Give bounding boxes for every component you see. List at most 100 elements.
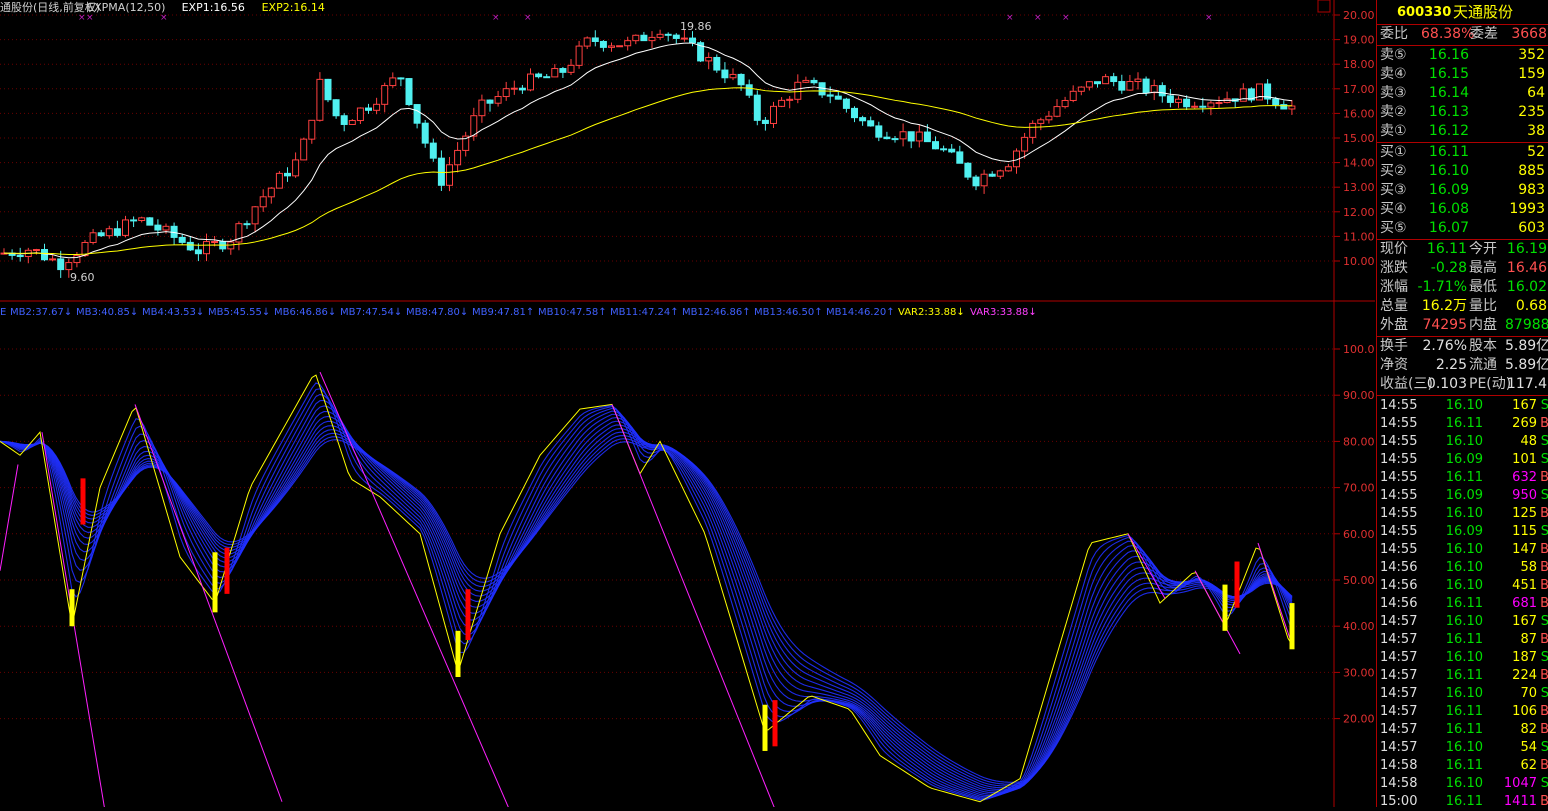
indicator-axis-label: 100.0 xyxy=(1343,343,1375,356)
candle-body xyxy=(1142,78,1150,94)
buy-level-row[interactable]: 买③ 16.09 983 xyxy=(1377,181,1548,200)
lower-legend-item: MB5:45.55↓ xyxy=(208,307,270,318)
tick-time: 14:57 xyxy=(1380,722,1418,737)
candle-body xyxy=(454,149,462,166)
mb-line xyxy=(0,429,1293,789)
quote-value: 16.19 xyxy=(1506,241,1547,257)
candle-body xyxy=(348,120,356,125)
low-price-label: 9.60 xyxy=(70,271,95,284)
indicator-axis-label: 30.00 xyxy=(1343,666,1375,679)
candle-body xyxy=(1094,81,1101,85)
candle-body xyxy=(65,262,73,271)
lower-legend-item: MB10:47.58↑ xyxy=(538,307,607,318)
candle-body xyxy=(130,219,138,222)
sell-level-row[interactable]: 卖② 16.13 235 xyxy=(1377,103,1548,122)
signal-bar xyxy=(1234,561,1240,608)
candle-body xyxy=(413,104,421,124)
weicha-label: 委差 xyxy=(1470,26,1498,42)
tick-price: 16.11 xyxy=(1445,470,1483,485)
signal-bar xyxy=(762,704,768,751)
tick-volume: 115 xyxy=(1512,524,1537,539)
candle-body xyxy=(389,77,397,87)
sell-level-label: 卖③ xyxy=(1380,85,1407,101)
candle-body xyxy=(259,196,267,208)
sell-volume: 235 xyxy=(1518,104,1545,120)
tick-time: 14:55 xyxy=(1380,434,1418,449)
quote-value: 74295 xyxy=(1422,317,1467,333)
candle-body xyxy=(672,34,680,39)
tick-volume: 224 xyxy=(1512,668,1537,683)
buy-level-row[interactable]: 买② 16.10 885 xyxy=(1377,162,1548,181)
quote-value: -0.28 xyxy=(1430,260,1467,276)
tick-row: 14:57 16.11 87 B xyxy=(1377,631,1548,649)
candle-body xyxy=(972,176,980,187)
buy-level-row[interactable]: 买④ 16.08 1993 xyxy=(1377,200,1548,219)
tick-row: 14:55 16.09 115 S xyxy=(1377,523,1548,541)
quote-label: 最高 xyxy=(1469,260,1497,276)
lower-legend-item: MB7:47.54↓ xyxy=(340,307,402,318)
lower-legend-item: E xyxy=(0,307,6,318)
lower-legend-item: MB8:47.80↓ xyxy=(406,307,468,318)
candle-body xyxy=(810,79,818,84)
tick-row: 14:57 16.10 70 S xyxy=(1377,685,1548,703)
tick-row: 14:55 16.10 147 B xyxy=(1377,541,1548,559)
candle-body xyxy=(381,85,389,105)
finance-value: 2.25 xyxy=(1435,357,1467,373)
finance-label: 流通 xyxy=(1469,357,1497,373)
sell-level-row[interactable]: 卖① 16.12 38 xyxy=(1377,122,1548,141)
sell-level-row[interactable]: 卖⑤ 16.16 352 xyxy=(1377,46,1548,65)
buy-level-row[interactable]: 买⑤ 16.07 603 xyxy=(1377,219,1548,238)
tick-side: B xyxy=(1540,560,1548,575)
tick-price: 16.10 xyxy=(1445,434,1483,449)
sell-level-row[interactable]: 卖③ 16.14 64 xyxy=(1377,84,1548,103)
candle-body xyxy=(907,131,915,142)
candle-body xyxy=(705,56,713,62)
candle-body xyxy=(365,107,372,111)
candle-body xyxy=(154,224,162,231)
tick-price: 16.10 xyxy=(1445,614,1483,629)
candle-body xyxy=(1207,102,1215,108)
finance-label: 股本 xyxy=(1469,338,1497,354)
candle-body xyxy=(948,148,956,153)
buy-level-label: 买① xyxy=(1380,144,1407,160)
candle-body xyxy=(737,73,745,86)
candle-body xyxy=(729,73,737,79)
tick-volume: 54 xyxy=(1520,740,1537,755)
kline-chart-area[interactable]: 20.00 19.00 18.00 17.00 16.00 15.00 14.00 13.00… xyxy=(0,0,1375,807)
candle-body xyxy=(518,87,526,91)
price-axis-label: 19.00 xyxy=(1343,34,1375,47)
tick-time: 14:55 xyxy=(1380,470,1418,485)
candle-body xyxy=(575,45,583,66)
tick-time: 14:57 xyxy=(1380,686,1418,701)
buy-volume: 603 xyxy=(1518,220,1545,236)
tick-price: 16.10 xyxy=(1445,686,1483,701)
tick-time: 14:55 xyxy=(1380,524,1418,539)
candle-body xyxy=(113,228,121,236)
sell-level-row[interactable]: 卖④ 16.15 159 xyxy=(1377,65,1548,84)
tick-time: 14:55 xyxy=(1380,398,1418,413)
candle-body xyxy=(778,99,786,107)
weibi-row: 委比 68.38% 委差 3668 xyxy=(1377,25,1548,44)
signal-marker: × xyxy=(1034,13,1042,23)
buy-level-label: 买② xyxy=(1380,163,1407,179)
sell-price: 16.12 xyxy=(1428,123,1469,139)
buy-level-row[interactable]: 买① 16.11 52 xyxy=(1377,143,1548,162)
candle-body xyxy=(956,151,964,164)
tick-side: S xyxy=(1540,740,1548,755)
pane-toggle-button[interactable] xyxy=(1317,0,1331,13)
signal-bar xyxy=(465,589,471,641)
tick-side: S xyxy=(1540,452,1548,467)
candle-body xyxy=(883,136,891,140)
candle-body xyxy=(1102,76,1110,85)
tick-side: S xyxy=(1540,776,1548,791)
candle-body xyxy=(640,34,648,42)
candle-body xyxy=(1045,115,1053,121)
price-axis-label: 13.00 xyxy=(1343,181,1375,194)
tick-price: 16.09 xyxy=(1445,488,1483,503)
signal-marker: × xyxy=(524,13,532,23)
tick-price: 16.10 xyxy=(1445,740,1483,755)
candle-body xyxy=(608,45,615,48)
sell-price: 16.15 xyxy=(1428,66,1469,82)
quote-value: 16.46 xyxy=(1506,260,1547,276)
tick-time: 15:00 xyxy=(1380,794,1418,809)
